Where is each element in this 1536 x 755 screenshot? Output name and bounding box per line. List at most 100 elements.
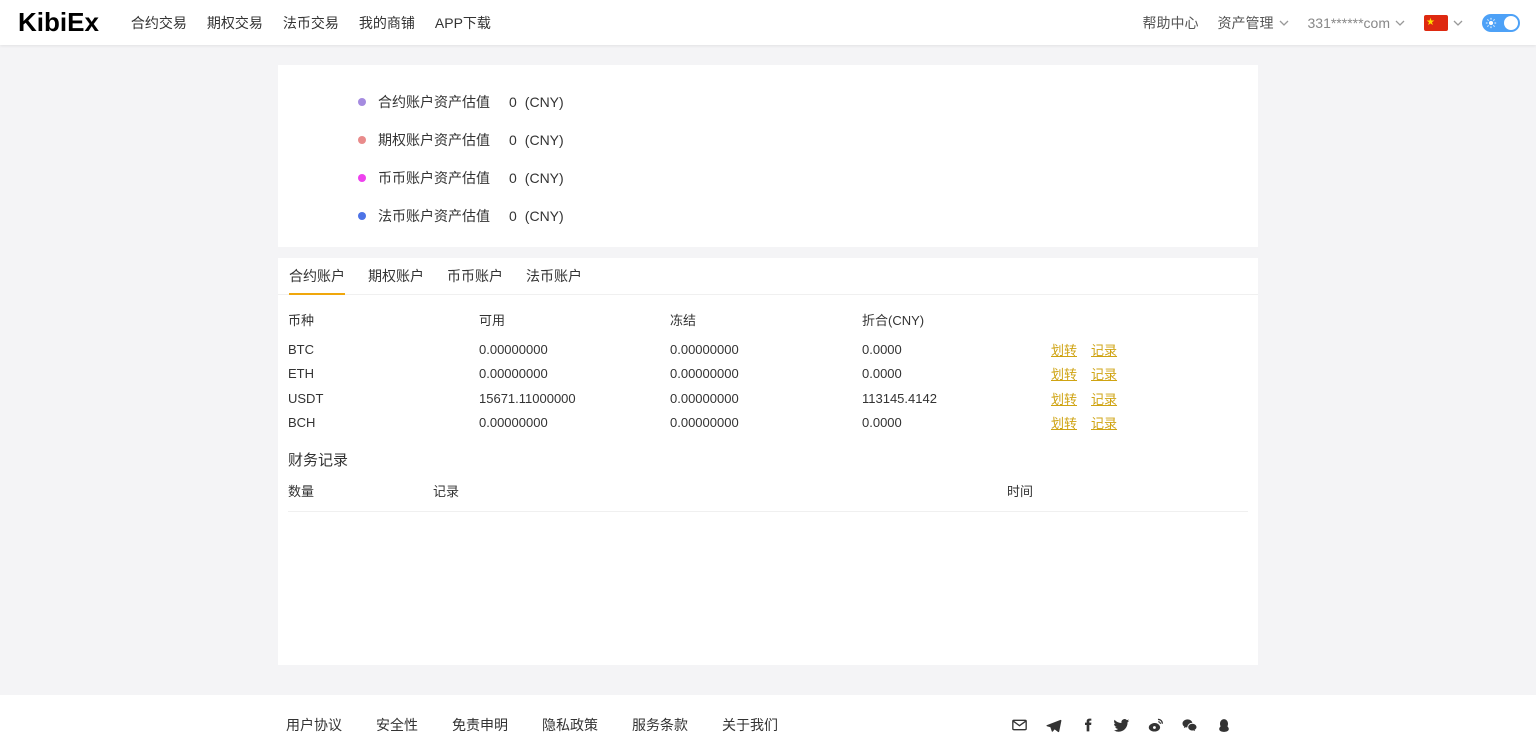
nav-item-fiat-trade[interactable]: 法币交易 bbox=[281, 9, 341, 37]
nav-item-app-download[interactable]: APP下载 bbox=[433, 9, 493, 37]
chevron-down-icon bbox=[1279, 20, 1289, 26]
col-record: 记录 bbox=[433, 481, 1007, 500]
facebook-icon[interactable] bbox=[1079, 717, 1096, 734]
bullet-dot-icon bbox=[358, 174, 366, 182]
finance-records-title: 财务记录 bbox=[278, 435, 1258, 470]
summary-row-options: 期权账户资产估值 0 (CNY) bbox=[358, 121, 1258, 159]
summary-unit: (CNY) bbox=[525, 132, 564, 148]
transfer-link[interactable]: 划转 bbox=[1051, 340, 1077, 359]
nav-item-my-shop[interactable]: 我的商铺 bbox=[357, 9, 417, 37]
record-link[interactable]: 记录 bbox=[1091, 389, 1117, 408]
tab-fiat-account[interactable]: 法币账户 bbox=[526, 258, 582, 295]
footer-link-security[interactable]: 安全性 bbox=[376, 715, 418, 735]
table-row: BTC 0.00000000 0.00000000 0.0000 划转 记录 bbox=[288, 337, 1248, 362]
asset-cny: 0.0000 bbox=[862, 415, 1051, 430]
footer-link-user-agreement[interactable]: 用户协议 bbox=[286, 715, 342, 735]
main-nav: 合约交易 期权交易 法币交易 我的商铺 APP下载 bbox=[129, 9, 493, 37]
bullet-dot-icon bbox=[358, 136, 366, 144]
help-center-link[interactable]: 帮助中心 bbox=[1143, 13, 1199, 33]
footer-link-privacy-policy[interactable]: 隐私政策 bbox=[542, 715, 598, 735]
tab-contract-account[interactable]: 合约账户 bbox=[289, 258, 345, 295]
chevron-down-icon bbox=[1395, 20, 1405, 26]
footer: 用户协议 安全性 免责申明 隐私政策 服务条款 关于我们 bbox=[0, 695, 1536, 755]
main-content: 合约账户资产估值 0 (CNY) 期权账户资产估值 0 (CNY) 币币账户资产… bbox=[0, 45, 1536, 695]
record-link[interactable]: 记录 bbox=[1091, 413, 1117, 432]
asset-available: 0.00000000 bbox=[479, 342, 670, 357]
asset-currency: BTC bbox=[288, 342, 479, 357]
weibo-icon[interactable] bbox=[1147, 717, 1164, 734]
col-frozen: 冻结 bbox=[670, 310, 862, 329]
asset-frozen: 0.00000000 bbox=[670, 366, 862, 381]
asset-cny: 0.0000 bbox=[862, 342, 1051, 357]
asset-table: 币种 可用 冻结 折合(CNY) BTC 0.00000000 0.000000… bbox=[278, 295, 1258, 435]
telegram-icon[interactable] bbox=[1045, 717, 1062, 734]
summary-value: 0 bbox=[509, 94, 517, 110]
asset-frozen: 0.00000000 bbox=[670, 342, 862, 357]
record-link[interactable]: 记录 bbox=[1091, 364, 1117, 383]
summary-row-contract: 合约账户资产估值 0 (CNY) bbox=[358, 83, 1258, 121]
account-menu[interactable]: 331******com bbox=[1308, 15, 1406, 31]
summary-value: 0 bbox=[509, 170, 517, 186]
nav-item-options-trade[interactable]: 期权交易 bbox=[205, 9, 265, 37]
summary-value: 0 bbox=[509, 132, 517, 148]
theme-toggle[interactable] bbox=[1482, 14, 1520, 32]
transfer-link[interactable]: 划转 bbox=[1051, 389, 1077, 408]
col-amount: 数量 bbox=[288, 481, 433, 500]
asset-currency: BCH bbox=[288, 415, 479, 430]
col-currency: 币种 bbox=[288, 310, 479, 329]
chevron-down-icon bbox=[1453, 20, 1463, 26]
asset-currency: ETH bbox=[288, 366, 479, 381]
twitter-icon[interactable] bbox=[1113, 717, 1130, 734]
summary-value: 0 bbox=[509, 208, 517, 224]
bullet-dot-icon bbox=[358, 98, 366, 106]
footer-link-disclaimer[interactable]: 免责申明 bbox=[452, 715, 508, 735]
asset-summary-card: 合约账户资产估值 0 (CNY) 期权账户资产估值 0 (CNY) 币币账户资产… bbox=[278, 65, 1258, 247]
qq-icon[interactable] bbox=[1215, 717, 1232, 734]
finance-table-header: 数量 记录 时间 bbox=[288, 470, 1248, 512]
asset-currency: USDT bbox=[288, 391, 479, 406]
asset-frozen: 0.00000000 bbox=[670, 415, 862, 430]
top-navbar: KibiEx 合约交易 期权交易 法币交易 我的商铺 APP下载 帮助中心 资产… bbox=[0, 0, 1536, 45]
email-icon[interactable] bbox=[1011, 717, 1028, 734]
footer-link-terms[interactable]: 服务条款 bbox=[632, 715, 688, 735]
wechat-icon[interactable] bbox=[1181, 717, 1198, 734]
toggle-knob bbox=[1504, 16, 1518, 30]
accounts-card: 合约账户 期权账户 币币账户 法币账户 币种 可用 冻结 折合(CNY) BTC… bbox=[278, 258, 1258, 665]
footer-links: 用户协议 安全性 免责申明 隐私政策 服务条款 关于我们 bbox=[278, 715, 778, 735]
asset-table-header: 币种 可用 冻结 折合(CNY) bbox=[288, 301, 1248, 337]
sun-icon bbox=[1485, 16, 1497, 30]
china-flag-icon: ★ bbox=[1424, 15, 1448, 31]
account-tabs: 合约账户 期权账户 币币账户 法币账户 bbox=[278, 258, 1258, 295]
footer-link-about-us[interactable]: 关于我们 bbox=[722, 715, 778, 735]
navbar-right: 帮助中心 资产管理 331******com ★ bbox=[1143, 13, 1521, 33]
language-menu[interactable]: ★ bbox=[1424, 15, 1463, 31]
summary-label: 期权账户资产估值 bbox=[378, 130, 509, 150]
asset-cny: 0.0000 bbox=[862, 366, 1051, 381]
tab-options-account[interactable]: 期权账户 bbox=[368, 258, 424, 295]
tab-spot-account[interactable]: 币币账户 bbox=[447, 258, 503, 295]
table-row: ETH 0.00000000 0.00000000 0.0000 划转 记录 bbox=[288, 362, 1248, 387]
summary-unit: (CNY) bbox=[525, 170, 564, 186]
record-link[interactable]: 记录 bbox=[1091, 340, 1117, 359]
social-icons bbox=[1011, 717, 1258, 734]
asset-frozen: 0.00000000 bbox=[670, 391, 862, 406]
table-row: USDT 15671.11000000 0.00000000 113145.41… bbox=[288, 386, 1248, 411]
summary-label: 法币账户资产估值 bbox=[378, 206, 509, 226]
asset-management-menu[interactable]: 资产管理 bbox=[1218, 13, 1289, 33]
transfer-link[interactable]: 划转 bbox=[1051, 364, 1077, 383]
transfer-link[interactable]: 划转 bbox=[1051, 413, 1077, 432]
nav-item-contract-trade[interactable]: 合约交易 bbox=[129, 9, 189, 37]
summary-label: 合约账户资产估值 bbox=[378, 92, 509, 112]
summary-row-spot: 币币账户资产估值 0 (CNY) bbox=[358, 159, 1258, 197]
table-row: BCH 0.00000000 0.00000000 0.0000 划转 记录 bbox=[288, 411, 1248, 436]
summary-unit: (CNY) bbox=[525, 208, 564, 224]
bullet-dot-icon bbox=[358, 212, 366, 220]
asset-available: 0.00000000 bbox=[479, 366, 670, 381]
summary-label: 币币账户资产估值 bbox=[378, 168, 509, 188]
asset-available: 15671.11000000 bbox=[479, 391, 670, 406]
asset-cny: 113145.4142 bbox=[862, 391, 1051, 406]
summary-row-fiat: 法币账户资产估值 0 (CNY) bbox=[358, 197, 1258, 235]
logo[interactable]: KibiEx bbox=[18, 7, 99, 38]
col-available: 可用 bbox=[479, 310, 670, 329]
summary-unit: (CNY) bbox=[525, 94, 564, 110]
